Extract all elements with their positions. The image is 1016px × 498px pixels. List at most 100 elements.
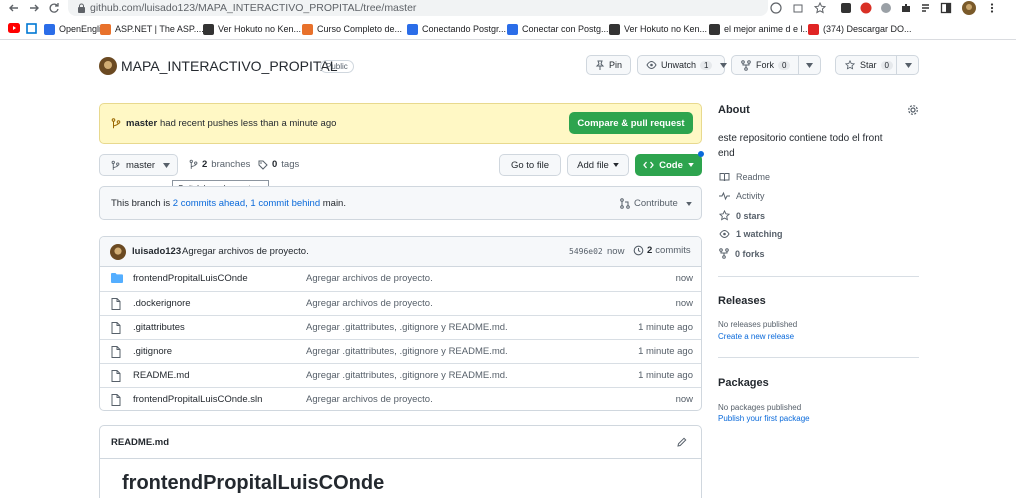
sidebar-activity-link[interactable]: Activity bbox=[719, 191, 765, 201]
file-commit-message[interactable]: Agregar archivos de proyecto. bbox=[306, 273, 433, 284]
repo-name-link[interactable]: MAPA_INTERACTIVO_PROPITAL bbox=[121, 58, 338, 74]
commits-behind-link[interactable]: 1 commit behind bbox=[250, 198, 320, 209]
go-to-file-button[interactable]: Go to file bbox=[499, 154, 561, 176]
file-commit-message[interactable]: Agregar archivos de proyecto. bbox=[306, 394, 433, 405]
code-icon bbox=[643, 161, 654, 169]
youtube-icon[interactable] bbox=[8, 23, 20, 33]
latest-commit-header: luisado123 Agregar archivos de proyecto.… bbox=[100, 237, 701, 267]
extension-icon[interactable] bbox=[860, 2, 872, 14]
bookmark-favicon-icon bbox=[302, 23, 313, 35]
file-commit-age: 1 minute ago bbox=[638, 370, 693, 381]
side-panel-icon[interactable] bbox=[940, 2, 952, 14]
pin-button[interactable]: Pin bbox=[586, 55, 631, 75]
chevron-down-icon[interactable] bbox=[905, 63, 912, 68]
sidebar-watching-link[interactable]: 1 watching bbox=[719, 229, 783, 239]
bookmark-item[interactable]: ASP.NET | The ASP.... bbox=[100, 22, 204, 36]
fork-button[interactable]: Fork 0 bbox=[731, 55, 821, 75]
create-release-link[interactable]: Create a new release bbox=[718, 332, 794, 341]
bookmark-item[interactable]: Conectando Postgr... bbox=[407, 22, 506, 36]
comparison-suffix: main. bbox=[322, 198, 346, 209]
bookmark-favicon-icon bbox=[609, 23, 620, 35]
fork-label: Fork bbox=[756, 60, 774, 70]
banner-branch-name[interactable]: master bbox=[126, 118, 157, 129]
branch-select-button[interactable]: master bbox=[99, 154, 178, 176]
tags-link[interactable]: 0 tags bbox=[258, 159, 299, 170]
chevron-down-icon[interactable] bbox=[806, 63, 813, 68]
share-icon[interactable] bbox=[792, 2, 804, 14]
file-commit-message[interactable]: Agregar archivos de proyecto. bbox=[306, 298, 433, 309]
back-arrow-icon[interactable] bbox=[8, 2, 20, 14]
file-name-link[interactable]: .dockerignore bbox=[133, 298, 191, 309]
file-row[interactable]: README.md Agregar .gitattributes, .gitign… bbox=[100, 363, 701, 387]
star-button[interactable]: Star 0 bbox=[835, 55, 919, 75]
sidebar-forks-link[interactable]: 0 forks bbox=[719, 248, 765, 259]
readme-panel: README.md frontendPropitalLuisCOnde bbox=[99, 425, 702, 498]
star-label: Star bbox=[860, 60, 877, 70]
file-row[interactable]: .gitattributes Agregar .gitattributes, .g… bbox=[100, 315, 701, 339]
star-icon bbox=[845, 60, 855, 70]
fork-count: 0 bbox=[778, 60, 791, 70]
file-commit-age: now bbox=[675, 273, 693, 284]
readme-filename[interactable]: README.md bbox=[111, 437, 169, 448]
file-commit-message[interactable]: Agregar .gitattributes, .gitignore y REA… bbox=[306, 370, 508, 381]
bookmark-item[interactable]: (374) Descargar DO... bbox=[808, 22, 912, 36]
commit-message[interactable]: Agregar archivos de proyecto. bbox=[182, 246, 309, 257]
sidebar-stars-link[interactable]: 0 stars bbox=[719, 210, 765, 221]
media-icon[interactable] bbox=[920, 2, 932, 14]
file-row[interactable]: .gitignore Agregar .gitattributes, .gitig… bbox=[100, 339, 701, 363]
unwatch-button[interactable]: Unwatch 1 bbox=[637, 55, 728, 75]
bookmark-item[interactable]: Ver Hokuto no Ken... bbox=[203, 22, 301, 36]
chevron-down-icon bbox=[686, 201, 692, 206]
bookmark-favicon-icon bbox=[407, 23, 418, 35]
google-icon[interactable] bbox=[770, 2, 782, 14]
file-navigation-table: luisado123 Agregar archivos de proyecto.… bbox=[99, 236, 702, 411]
profile-avatar-icon[interactable] bbox=[962, 1, 976, 15]
file-name-link[interactable]: frontendPropitalLuisCOnde.sln bbox=[133, 394, 262, 405]
extension-icon[interactable] bbox=[880, 2, 892, 14]
file-commit-message[interactable]: Agregar .gitattributes, .gitignore y REA… bbox=[306, 346, 508, 357]
file-name-link[interactable]: frontendPropitalLuisCOnde bbox=[133, 273, 248, 284]
commits-history-link[interactable]: 2 commits bbox=[633, 245, 691, 256]
reload-icon[interactable] bbox=[48, 2, 60, 14]
file-name-link[interactable]: .gitignore bbox=[133, 346, 172, 357]
bookmark-item[interactable]: Conectar con Postg... bbox=[507, 22, 609, 36]
commit-author[interactable]: luisado123 bbox=[132, 246, 181, 257]
releases-heading[interactable]: Releases bbox=[718, 295, 766, 307]
file-name-link[interactable]: README.md bbox=[133, 370, 189, 381]
author-avatar[interactable] bbox=[110, 244, 126, 260]
gear-icon[interactable] bbox=[907, 104, 919, 116]
file-row[interactable]: frontendPropitalLuisCOnde.sln Agregar arc… bbox=[100, 387, 701, 410]
contribute-button[interactable]: Contribute bbox=[620, 198, 692, 209]
bookmark-star-icon[interactable] bbox=[814, 2, 826, 14]
bookmark-label: el mejor anime d e l... bbox=[724, 24, 811, 34]
bookmark-item[interactable]: el mejor anime d e l... bbox=[709, 22, 810, 36]
commit-sha[interactable]: 5496e02 bbox=[569, 247, 603, 256]
browser-menu-icon[interactable] bbox=[986, 2, 998, 14]
bookmark-favicon-icon bbox=[44, 23, 55, 35]
outlook-icon[interactable] bbox=[26, 23, 37, 34]
tag-icon bbox=[258, 160, 268, 170]
file-row[interactable]: .dockerignore Agregar archivos de proyect… bbox=[100, 291, 701, 315]
file-commit-message[interactable]: Agregar .gitattributes, .gitignore y REA… bbox=[306, 322, 508, 333]
compare-pull-request-button[interactable]: Compare & pull request bbox=[569, 112, 693, 134]
commits-ahead-link[interactable]: 2 commits ahead, bbox=[173, 198, 248, 209]
sidebar-readme-link[interactable]: Readme bbox=[719, 172, 770, 182]
extensions-puzzle-icon[interactable] bbox=[900, 2, 912, 14]
publish-package-link[interactable]: Publish your first package bbox=[718, 414, 810, 423]
bookmark-item[interactable]: Curso Completo de... bbox=[302, 22, 402, 36]
forward-arrow-icon[interactable] bbox=[28, 2, 40, 14]
file-name-link[interactable]: .gitattributes bbox=[133, 322, 185, 333]
branches-link[interactable]: 2 branches bbox=[189, 159, 250, 170]
branch-icon bbox=[111, 160, 120, 171]
code-button[interactable]: Code bbox=[635, 154, 702, 176]
add-file-label: Add file bbox=[577, 159, 609, 171]
star-icon bbox=[719, 210, 730, 221]
file-row[interactable]: frontendPropitalLuisCOnde Agregar archivo… bbox=[100, 267, 701, 291]
file-commit-age: now bbox=[675, 298, 693, 309]
add-file-button[interactable]: Add file bbox=[567, 154, 629, 176]
extension-icon[interactable] bbox=[840, 2, 852, 14]
bookmark-item[interactable]: Ver Hokuto no Ken... bbox=[609, 22, 707, 36]
pencil-edit-icon[interactable] bbox=[676, 437, 687, 448]
repo-owner-avatar[interactable] bbox=[99, 57, 117, 75]
packages-heading[interactable]: Packages bbox=[718, 377, 769, 389]
